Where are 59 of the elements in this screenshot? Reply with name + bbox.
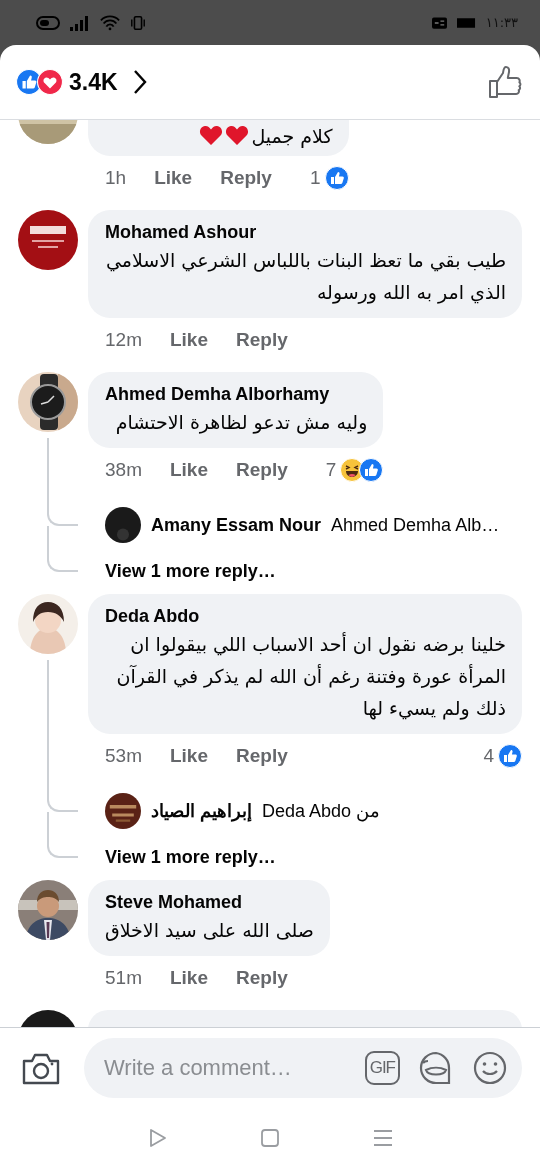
battery-icon	[456, 17, 476, 28]
reply-link[interactable]: Reply	[236, 967, 288, 989]
like-link[interactable]: Like	[169, 745, 208, 767]
comment-text: خلينا برضه نقول ان أحد الاسباب اللي بيقولوا ان المرأة عورة وفتنة رغم أن الله لم يذكر في القرآن ذلك ولم يسيء لها	[115, 631, 506, 722]
like-reaction-icon	[498, 744, 522, 768]
thread-connector	[47, 834, 78, 858]
commenter-name[interactable]: Mohamed Ashour	[105, 220, 506, 244]
clock-time: ١١:٣٣	[485, 15, 518, 30]
view-more-replies-link[interactable]: View 1 more reply…	[105, 846, 276, 868]
reply-link[interactable]: Reply	[236, 745, 288, 767]
commenter-name[interactable]: Deda Abdo	[105, 604, 506, 628]
reply-preview-text: Ahmed Demha Alb…	[331, 514, 500, 536]
comment-time: 12m	[105, 329, 142, 351]
like-link[interactable]: Like	[169, 967, 208, 989]
reply-author[interactable]: Amany Essam Nour	[151, 514, 322, 536]
view-more-replies-link[interactable]: View 1 more reply…	[105, 560, 276, 582]
home-icon[interactable]	[259, 1127, 281, 1149]
toggle-icon	[36, 14, 60, 31]
like-reaction-icon	[324, 166, 349, 190]
reply-link[interactable]: Reply	[220, 167, 272, 189]
smiley-icon[interactable]	[472, 1050, 508, 1086]
comment-text: كلام جميل	[105, 120, 333, 152]
thread-connector	[47, 548, 78, 572]
reaction-count[interactable]: 7	[325, 459, 337, 481]
commenter-name[interactable]: Ahmed Demha Alborhamy	[105, 382, 368, 406]
like-link[interactable]: Like	[169, 459, 208, 481]
reply-author[interactable]: إبراهيم الصياد	[151, 800, 252, 822]
reply-preview-text: Deda Abdo من	[262, 800, 381, 822]
comment-time: 38m	[105, 459, 142, 481]
like-link[interactable]: Like	[169, 329, 208, 351]
like-reaction-icon	[359, 458, 384, 482]
thread-connector	[47, 502, 78, 526]
comment-text: صلى الله على سيد الاخلاق	[105, 918, 314, 943]
data-icon	[431, 16, 447, 29]
heart-icon	[199, 124, 224, 146]
comment-field[interactable]: Write a comment… GIF	[84, 1038, 522, 1098]
reaction-count[interactable]: 4	[483, 745, 494, 767]
camera-icon[interactable]	[22, 1051, 60, 1085]
reply-link[interactable]: Reply	[236, 329, 288, 351]
gif-button[interactable]: GIF	[364, 1051, 400, 1085]
menu-icon[interactable]	[372, 1127, 395, 1149]
vibrate-icon	[130, 14, 146, 31]
wifi-icon	[100, 14, 120, 31]
signal-icon	[70, 14, 90, 31]
chevron-icon[interactable]	[131, 69, 148, 95]
like-icon[interactable]	[488, 65, 522, 99]
comment-time: 53m	[105, 745, 142, 767]
thread-connector	[47, 788, 78, 812]
comment-text: طيب بقي ما تعظ البنات باللباس الشرعي الاسلامي الذي امر به الله ورسوله	[105, 248, 506, 306]
reaction-count[interactable]: 1	[309, 167, 321, 189]
comment-text: وليه مش تدعو لظاهرة الاحتشام	[114, 410, 368, 436]
reaction-count[interactable]: 3.4K	[69, 68, 118, 96]
comment-time: 1h	[105, 167, 127, 189]
commenter-name[interactable]: Steve Mohamed	[105, 890, 314, 914]
comment-time: 51m	[105, 967, 142, 989]
like-link[interactable]: Like	[154, 167, 193, 189]
heart-reaction-icon	[37, 69, 63, 95]
heart-icon	[225, 124, 250, 146]
reply-link[interactable]: Reply	[236, 459, 288, 481]
